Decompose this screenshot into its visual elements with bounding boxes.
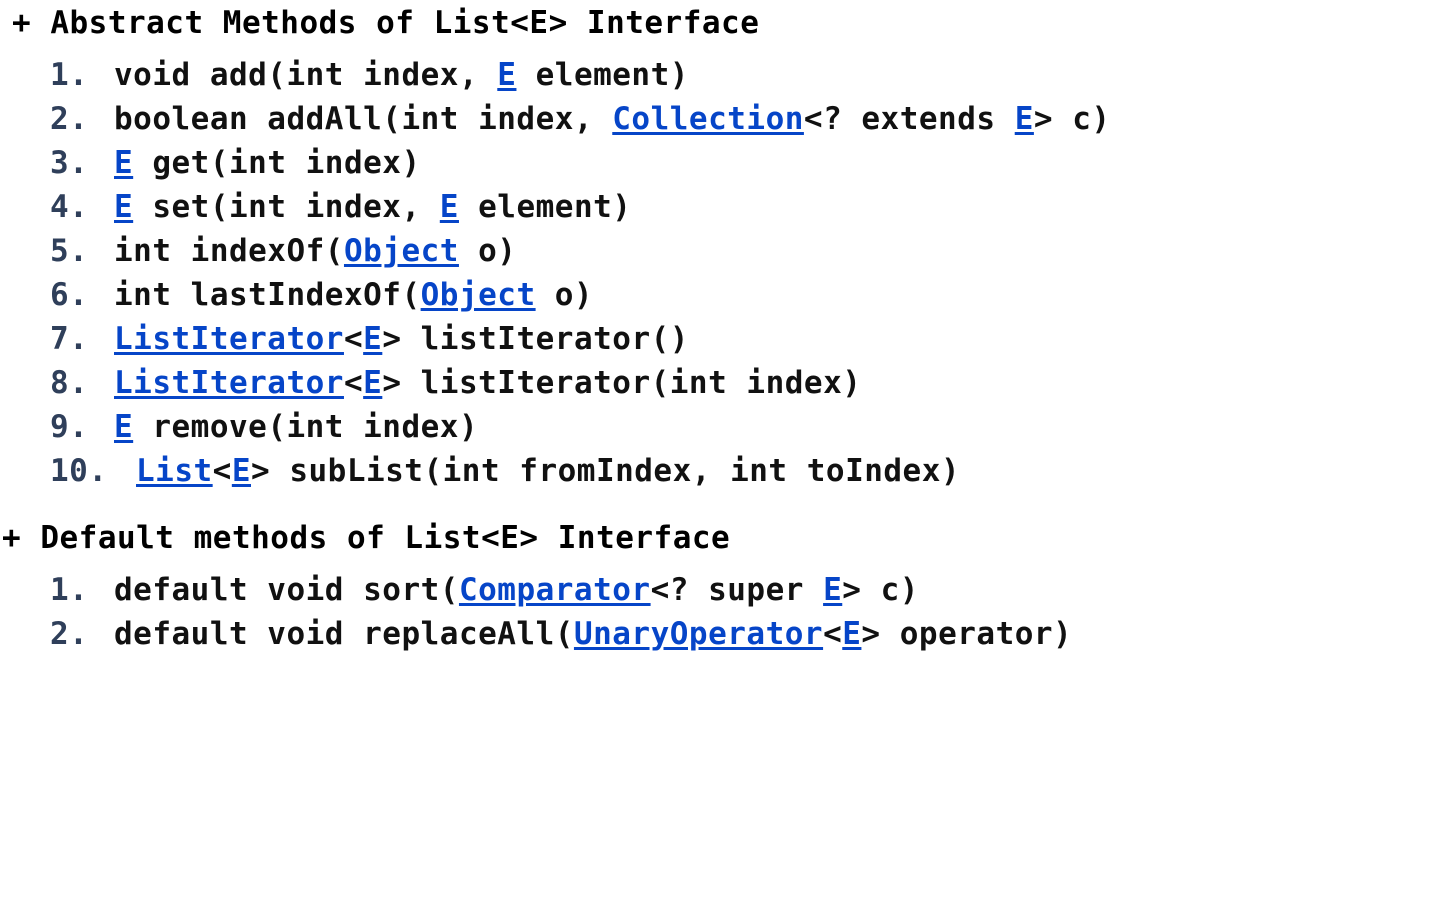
- type-link[interactable]: E: [114, 409, 133, 445]
- method-item: 4. E set(int index, E element): [50, 185, 1111, 229]
- signature-text: > c): [842, 572, 919, 608]
- method-item: 10. List<E> subList(int fromIndex, int to…: [50, 449, 1111, 493]
- signature-text: default void sort(: [114, 572, 459, 608]
- method-item: 5. int indexOf(Object o): [50, 229, 1111, 273]
- item-number: 3.: [50, 145, 89, 181]
- default-methods-title: + Default methods of List<E> Interface: [2, 520, 731, 556]
- item-number: 2.: [50, 101, 89, 137]
- signature-text: element): [458, 189, 632, 225]
- method-item: 1. default void sort(Comparator<? super E…: [50, 568, 1072, 612]
- type-link[interactable]: E: [1015, 101, 1034, 137]
- item-number: 9.: [50, 409, 89, 445]
- type-link[interactable]: E: [232, 453, 251, 489]
- item-number: 4.: [50, 189, 89, 225]
- signature-text: element): [516, 57, 689, 93]
- signature-text: int indexOf(: [114, 233, 344, 269]
- type-link[interactable]: Object: [421, 277, 536, 313]
- type-link[interactable]: E: [440, 189, 459, 225]
- item-number: 2.: [50, 616, 89, 652]
- type-link[interactable]: ListIterator: [114, 365, 344, 401]
- signature-text: <: [343, 321, 364, 357]
- type-link[interactable]: List: [136, 453, 213, 489]
- signature-text: > listIterator(): [382, 321, 689, 357]
- default-methods-list: 1. default void sort(Comparator<? super E…: [50, 568, 1072, 656]
- method-item: 7. ListIterator<E> listIterator(): [50, 317, 1111, 361]
- signature-text: <? super: [650, 572, 824, 608]
- method-item: 6. int lastIndexOf(Object o): [50, 273, 1111, 317]
- item-number: 1.: [50, 572, 89, 608]
- item-number: 10.: [50, 453, 108, 489]
- item-number: 8.: [50, 365, 89, 401]
- item-number: 5.: [50, 233, 89, 269]
- type-link[interactable]: E: [823, 572, 842, 608]
- signature-text: int lastIndexOf(: [114, 277, 421, 313]
- signature-text: > c): [1033, 101, 1111, 137]
- signature-text: void add(int index,: [114, 57, 498, 93]
- signature-text: get(int index): [133, 145, 421, 181]
- signature-text: > subList(int fromIndex, int toIndex): [251, 453, 961, 489]
- abstract-methods-title: + Abstract Methods of List<E> Interface: [12, 5, 760, 41]
- signature-text: <: [343, 365, 364, 401]
- signature-text: <: [823, 616, 843, 652]
- method-item: 2. default void replaceAll(UnaryOperator<…: [50, 612, 1072, 656]
- abstract-methods-list: 1. void add(int index, E element) 2. boolea…: [50, 53, 1111, 493]
- type-link[interactable]: E: [363, 321, 382, 357]
- type-link[interactable]: E: [114, 145, 133, 181]
- type-link[interactable]: Comparator: [459, 572, 651, 608]
- item-number: 6.: [50, 277, 89, 313]
- method-item: 9. E remove(int index): [50, 405, 1111, 449]
- method-item: 3. E get(int index): [50, 141, 1111, 185]
- type-link[interactable]: Object: [344, 233, 459, 269]
- type-link[interactable]: ListIterator: [114, 321, 344, 357]
- method-item: 8. ListIterator<E> listIterator(int index…: [50, 361, 1111, 405]
- type-link[interactable]: E: [842, 616, 861, 652]
- type-link[interactable]: UnaryOperator: [574, 616, 823, 652]
- signature-text: <: [212, 453, 232, 489]
- signature-text: o): [458, 233, 517, 269]
- signature-text: o): [535, 277, 594, 313]
- signature-text: boolean addAll(int index,: [114, 101, 613, 137]
- signature-text: <? extends: [803, 101, 1015, 137]
- signature-text: > operator): [861, 616, 1073, 652]
- signature-text: > listIterator(int index): [382, 365, 862, 401]
- item-number: 1.: [50, 57, 89, 93]
- type-link[interactable]: E: [363, 365, 382, 401]
- method-item: 2. boolean addAll(int index, Collection<?…: [50, 97, 1111, 141]
- item-number: 7.: [50, 321, 89, 357]
- method-item: 1. void add(int index, E element): [50, 53, 1111, 97]
- type-link[interactable]: E: [497, 57, 516, 93]
- type-link[interactable]: E: [114, 189, 133, 225]
- signature-text: default void replaceAll(: [114, 616, 574, 652]
- signature-text: remove(int index): [133, 409, 479, 445]
- signature-text: set(int index,: [133, 189, 440, 225]
- type-link[interactable]: Collection: [612, 101, 804, 137]
